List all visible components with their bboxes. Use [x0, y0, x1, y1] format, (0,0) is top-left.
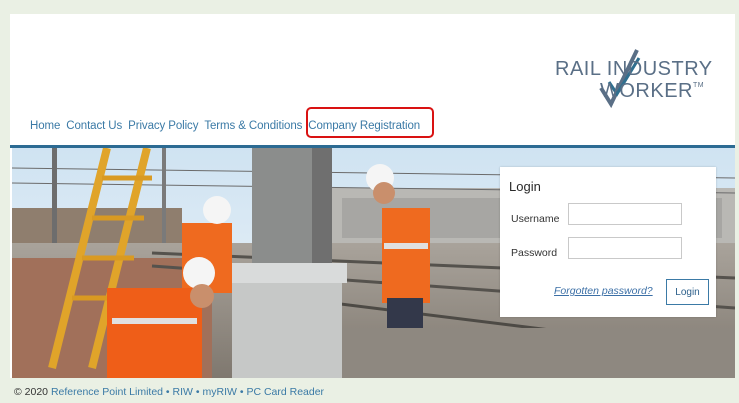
footer-riw-link[interactable]: RIW [173, 386, 193, 398]
footer-separator: • [195, 386, 200, 398]
footer-pc-card-reader-link[interactable]: PC Card Reader [246, 386, 324, 398]
logo-text-line1: RAIL INDUSTRY [555, 58, 713, 80]
nav-home-link[interactable]: Home [30, 120, 60, 132]
page-container: RAIL INDUSTRY WORKERTM Home Contact Us P… [10, 14, 735, 378]
footer-myriw-link[interactable]: myRIW [202, 386, 236, 398]
footer-reference-point-link[interactable]: Reference Point Limited [51, 386, 163, 398]
nav-contact-us-link[interactable]: Contact Us [66, 120, 122, 132]
username-input[interactable] [568, 203, 682, 225]
logo-text-line2: WORKERTM [600, 80, 705, 102]
nav-terms-conditions-link[interactable]: Terms & Conditions [204, 120, 302, 132]
rail-industry-worker-logo[interactable]: RAIL INDUSTRY WORKERTM [555, 44, 712, 120]
forgotten-password-link[interactable]: Forgotten password? [554, 285, 653, 297]
username-label: Username [511, 213, 560, 225]
footer-separator: • [239, 386, 244, 398]
company-registration-highlight [306, 107, 434, 138]
footer: © 2020 Reference Point Limited • RIW • m… [14, 386, 324, 398]
footer-separator: • [165, 386, 170, 398]
login-panel: Login Username Password Forgotten passwo… [500, 167, 716, 317]
footer-copyright: © 2020 [14, 386, 49, 398]
login-title: Login [509, 179, 541, 194]
password-label: Password [511, 247, 558, 259]
password-input[interactable] [568, 237, 682, 259]
logo-trademark: TM [693, 82, 705, 89]
nav-privacy-policy-link[interactable]: Privacy Policy [128, 120, 198, 132]
login-button[interactable]: Login [666, 279, 709, 305]
